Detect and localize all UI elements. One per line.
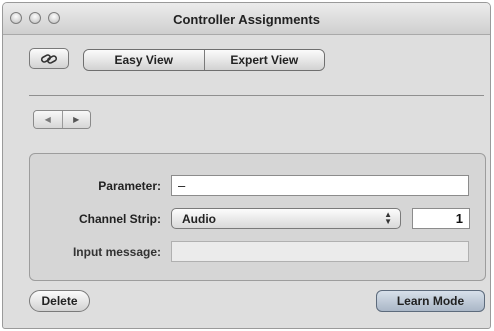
- title-bar: Controller Assignments: [3, 3, 490, 35]
- controller-assignments-window: Controller Assignments Easy View Expert …: [2, 2, 491, 329]
- chevron-updown-icon: ▲ ▼: [384, 210, 392, 226]
- input-message-field[interactable]: [171, 241, 469, 262]
- view-mode-segmented-control: Easy View Expert View: [83, 49, 325, 71]
- input-message-label: Input message:: [72, 245, 161, 259]
- channel-number-field[interactable]: 1: [412, 208, 470, 229]
- tab-expert-view[interactable]: Expert View: [204, 50, 324, 70]
- learn-mode-button[interactable]: Learn Mode: [376, 290, 485, 312]
- window-title: Controller Assignments: [173, 12, 320, 27]
- link-button[interactable]: [29, 48, 69, 69]
- forward-button[interactable]: ▶: [62, 111, 90, 128]
- parameter-label: Parameter:: [98, 179, 161, 193]
- navigation-arrows: ◀ ▶: [33, 110, 91, 129]
- triangle-right-icon: ▶: [73, 115, 80, 124]
- channel-strip-label: Channel Strip:: [78, 212, 161, 226]
- back-button[interactable]: ◀: [34, 111, 62, 128]
- link-icon: [40, 53, 58, 64]
- triangle-left-icon: ◀: [44, 115, 51, 124]
- horizontal-divider: [29, 95, 484, 96]
- parameter-field[interactable]: –: [171, 175, 469, 196]
- channel-strip-value: Audio: [182, 211, 216, 226]
- channel-strip-popup[interactable]: Audio ▲ ▼: [171, 208, 401, 229]
- tab-easy-view[interactable]: Easy View: [84, 50, 204, 70]
- delete-button[interactable]: Delete: [29, 290, 90, 312]
